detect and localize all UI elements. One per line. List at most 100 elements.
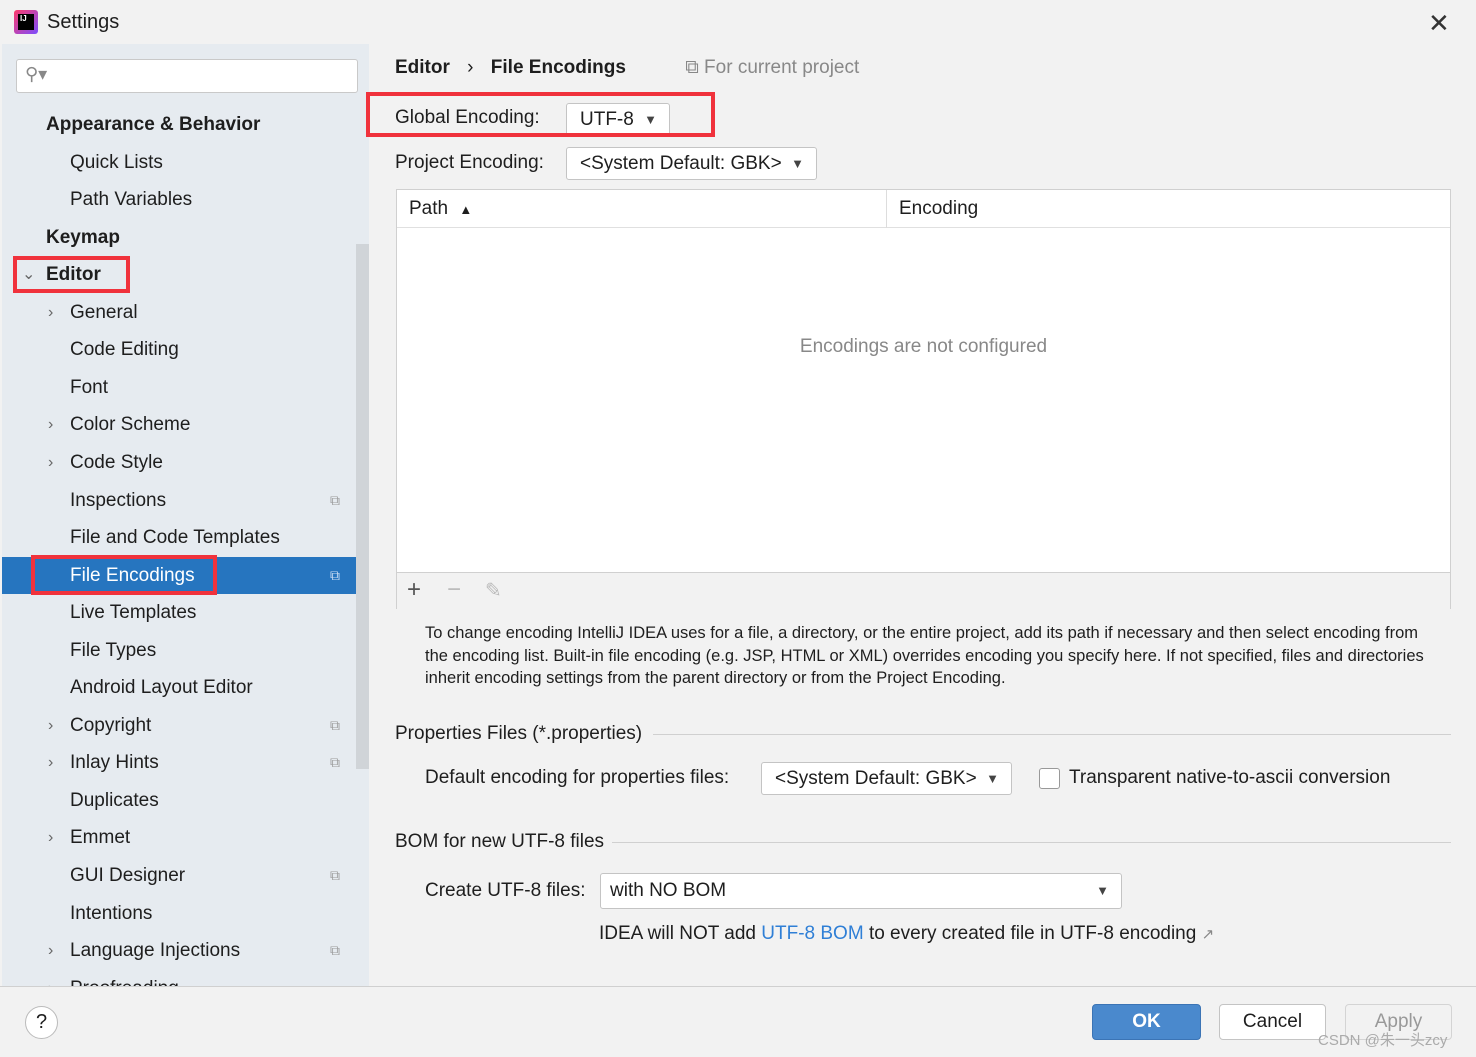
sidebar-item-live-templates[interactable]: Live Templates (2, 594, 354, 631)
sidebar-item-label: GUI Designer (70, 865, 186, 886)
bom-note: IDEA will NOT add UTF-8 BOM to every cre… (599, 923, 1215, 944)
sidebar-item-label: Language Injections (70, 940, 241, 962)
table-header: Path ▲ Encoding (397, 190, 1450, 228)
intellij-logo-icon: IJ (14, 10, 38, 34)
help-text: To change encoding IntelliJ IDEA uses fo… (425, 624, 1424, 687)
sidebar-item-label: Quick Lists (70, 151, 163, 173)
add-icon[interactable]: + (407, 576, 421, 604)
sidebar-item-emmet[interactable]: › Emmet (2, 819, 354, 856)
sidebar-item-android-layout-editor[interactable]: Android Layout Editor (2, 669, 354, 706)
section-divider (653, 734, 1451, 735)
project-scope-icon: ⧉ (330, 716, 340, 733)
sidebar-item-general[interactable]: › General (2, 294, 354, 331)
project-scope-icon: ⧉ (330, 754, 340, 771)
project-scope-icon: ⧉ (685, 57, 699, 78)
bom-section-title: BOM for new UTF-8 files (395, 831, 605, 852)
create-utf8-dropdown[interactable]: with NO BOM ▼ (600, 873, 1122, 909)
section-divider (612, 842, 1451, 843)
sidebar-item-copyright[interactable]: › Copyright ⧉ (2, 707, 354, 744)
column-path[interactable]: Path ▲ (409, 198, 472, 220)
sidebar-item-file-types[interactable]: File Types (2, 632, 354, 669)
sidebar-item-label: File and Code Templates (70, 527, 280, 549)
sidebar-item-label: Live Templates (70, 602, 197, 624)
chevron-right-icon[interactable]: › (48, 819, 53, 856)
sidebar-item-font[interactable]: Font (2, 369, 354, 406)
search-icon: ⚲▾ (25, 64, 48, 84)
sidebar-item-duplicates[interactable]: Duplicates (2, 782, 354, 819)
project-scope-icon: ⧉ (330, 867, 340, 883)
chevron-right-icon[interactable]: › (48, 970, 53, 986)
sidebar-item-code-style[interactable]: › Code Style (2, 444, 354, 481)
native-to-ascii-checkbox[interactable] (1039, 768, 1060, 789)
sidebar-item-appearance-behavior[interactable]: Appearance & Behavior (2, 106, 354, 143)
settings-search-input[interactable]: ⚲▾ (16, 59, 358, 93)
chevron-down-icon: ▼ (1096, 883, 1109, 898)
sidebar-item-keymap[interactable]: Keymap (2, 219, 354, 256)
native-to-ascii-label[interactable]: Transparent native-to-ascii conversion (1069, 767, 1390, 789)
sidebar-item-proofreading[interactable]: › Proofreading (2, 970, 354, 986)
sidebar-item-language-injections[interactable]: › Language Injections ⧉ (2, 932, 354, 969)
sidebar-item-code-editing[interactable]: Code Editing (2, 331, 354, 368)
chevron-right-icon[interactable]: › (48, 406, 53, 443)
sidebar-item-label: Intentions (70, 902, 153, 924)
breadcrumb-editor[interactable]: Editor (395, 57, 450, 78)
sidebar-item-inspections[interactable]: Inspections ⧉ (2, 482, 354, 519)
sidebar-item-label: General (70, 301, 138, 323)
create-utf8-label: Create UTF-8 files: (425, 880, 586, 901)
chevron-right-icon[interactable]: › (48, 294, 53, 331)
highlight-box-editor (13, 256, 130, 293)
scope-label: For current project (704, 57, 860, 78)
table-toolbar: + − ✎ (397, 572, 1450, 609)
sort-ascending-icon: ▲ (459, 202, 473, 217)
cancel-button[interactable]: Cancel (1219, 1004, 1326, 1040)
chevron-right-icon[interactable]: › (48, 444, 53, 481)
help-button[interactable]: ? (25, 1006, 58, 1039)
sidebar-scrollbar[interactable] (356, 244, 369, 769)
highlight-box-file-encodings (31, 555, 217, 595)
sidebar-item-label: Inlay Hints (70, 752, 159, 774)
properties-encoding-dropdown[interactable]: <System Default: GBK> ▼ (761, 762, 1012, 795)
sidebar-item-label: Code Editing (70, 339, 179, 361)
properties-encoding-label: Default encoding for properties files: (425, 767, 730, 788)
chevron-down-icon: ▼ (986, 771, 999, 786)
chevron-down-icon: ▼ (791, 156, 804, 171)
sidebar-item-inlay-hints[interactable]: › Inlay Hints ⧉ (2, 744, 354, 781)
window-title: Settings (47, 11, 120, 33)
chevron-right-icon[interactable]: › (48, 744, 53, 781)
column-divider[interactable] (886, 190, 887, 228)
dialog-footer: ? OK Cancel Apply CSDN @朱一头zcy (0, 986, 1476, 1057)
settings-sidebar: ⚲▾ Appearance & Behavior Quick Lists Path … (2, 44, 369, 986)
sidebar-item-label: File Types (70, 639, 157, 661)
sidebar-item-label: Color Scheme (70, 414, 191, 436)
sidebar-item-intentions[interactable]: Intentions (2, 895, 354, 932)
project-encoding-dropdown[interactable]: <System Default: GBK> ▼ (566, 147, 817, 180)
sidebar-item-gui-designer[interactable]: GUI Designer ⧉ (2, 857, 354, 894)
sidebar-item-label: Emmet (70, 827, 131, 849)
sidebar-item-file-and-code-templates[interactable]: File and Code Templates (2, 519, 354, 556)
chevron-right-icon[interactable]: › (48, 707, 53, 744)
sidebar-item-label: Proofreading (70, 970, 179, 986)
project-scope-icon: ⧉ (330, 491, 340, 508)
sidebar-item-color-scheme[interactable]: › Color Scheme (2, 406, 354, 443)
chevron-right-icon[interactable]: › (48, 932, 53, 969)
ok-button[interactable]: OK (1092, 1004, 1201, 1040)
utf8-bom-link[interactable]: UTF-8 BOM (761, 923, 863, 944)
sidebar-item-quick-lists[interactable]: Quick Lists (2, 144, 354, 181)
project-scope-icon: ⧉ (330, 942, 340, 959)
encodings-table: Path ▲ Encoding Encodings are not config… (396, 189, 1451, 609)
sidebar-item-label: Path Variables (70, 189, 193, 211)
properties-section-title: Properties Files (*.properties) (395, 723, 643, 744)
edit-pencil-icon[interactable]: ✎ (485, 578, 502, 603)
sidebar-item-path-variables[interactable]: Path Variables (2, 181, 354, 218)
breadcrumb: Editor › File Encodings ⧉ For current pr… (395, 57, 859, 79)
remove-icon[interactable]: − (447, 576, 461, 604)
sidebar-item-label: Keymap (46, 226, 120, 248)
column-encoding[interactable]: Encoding (899, 198, 978, 220)
empty-table-text: Encodings are not configured (799, 336, 1048, 357)
title-bar: IJ Settings ✕ (0, 0, 1476, 44)
close-icon[interactable]: ✕ (1428, 8, 1450, 39)
breadcrumb-separator: › (467, 57, 474, 78)
sidebar-item-label: Code Style (70, 451, 163, 473)
sidebar-item-label: Duplicates (70, 789, 159, 811)
sidebar-item-label: Font (70, 376, 109, 398)
